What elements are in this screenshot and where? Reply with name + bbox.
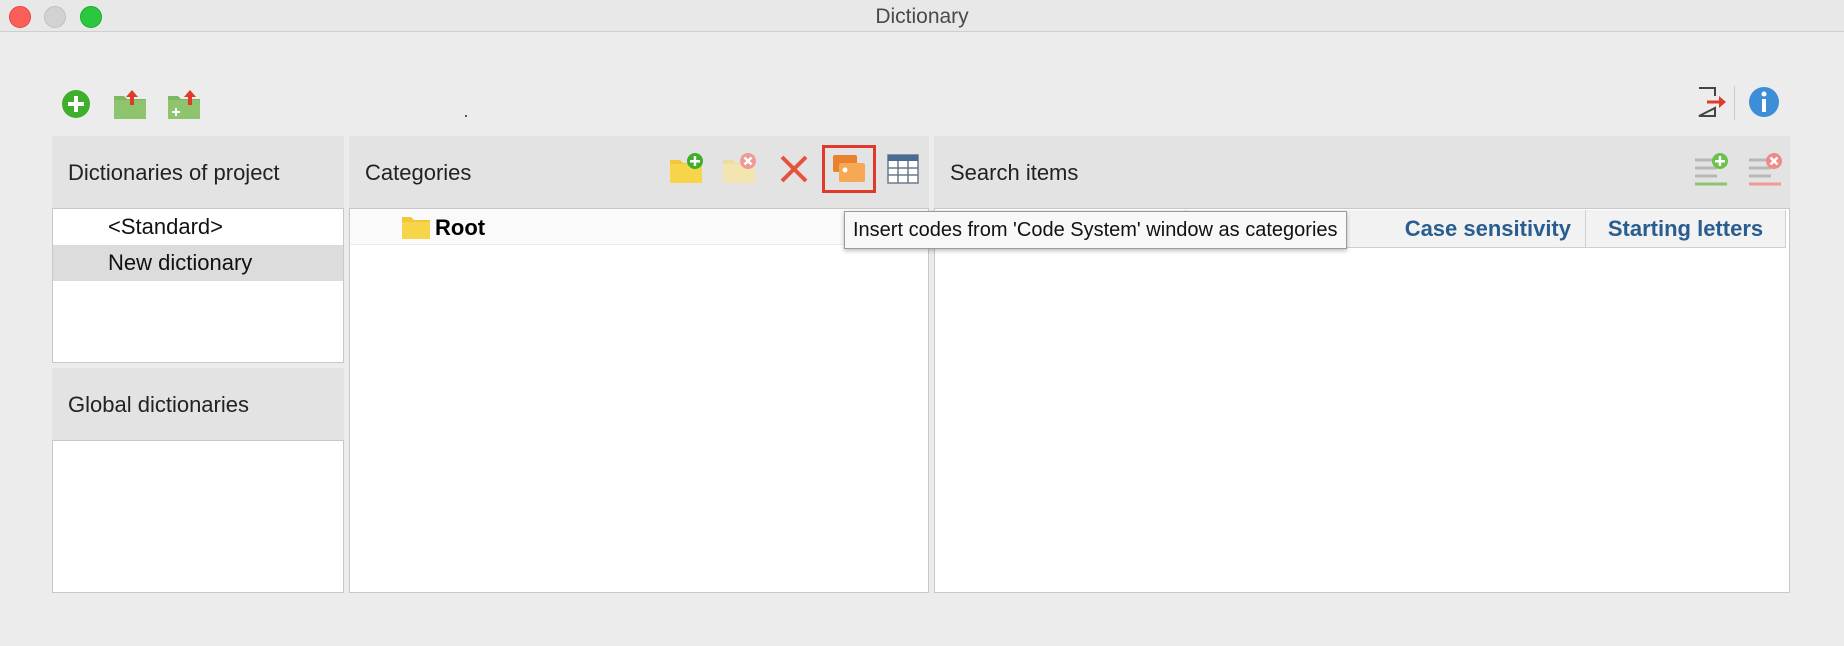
dictionaries-panel-title: Dictionaries of project xyxy=(68,160,280,185)
search-items-table[interactable] xyxy=(934,208,1790,593)
global-dictionaries-list[interactable] xyxy=(52,440,344,593)
window-title: Dictionary xyxy=(875,5,969,28)
list-item[interactable]: New dictionary xyxy=(53,245,343,281)
list-item[interactable]: <Standard> xyxy=(53,209,343,245)
info-icon[interactable] xyxy=(1746,84,1782,120)
dictionaries-list[interactable]: <Standard> New dictionary xyxy=(52,208,344,363)
import-folder-icon[interactable] xyxy=(112,86,148,122)
import-folder-add-icon[interactable] xyxy=(166,86,202,122)
global-panel-header: Global dictionaries xyxy=(52,368,344,440)
delete-icon[interactable] xyxy=(775,150,813,188)
exit-icon[interactable] xyxy=(1693,84,1729,120)
tree-item-label: Root xyxy=(435,215,486,240)
title-bar: Dictionary xyxy=(0,0,1844,32)
global-panel-title: Global dictionaries xyxy=(68,392,249,417)
toolbar-separator xyxy=(1734,86,1735,120)
search-panel-title: Search items xyxy=(950,160,1079,185)
categories-panel: Categories Root xyxy=(349,136,929,593)
list-item-label: New dictionary xyxy=(108,250,253,275)
add-circle-icon[interactable] xyxy=(58,86,94,122)
new-category-icon[interactable] xyxy=(668,150,706,188)
column-header-label: Starting letters xyxy=(1607,216,1764,241)
folder-icon xyxy=(402,217,430,239)
tree-row-root[interactable]: Root xyxy=(350,209,928,245)
remove-search-item-icon[interactable] xyxy=(1746,150,1784,188)
add-search-item-icon[interactable] xyxy=(1692,150,1730,188)
categories-panel-title: Categories xyxy=(365,160,472,185)
insert-codes-highlight xyxy=(822,145,876,193)
stray-dot xyxy=(465,115,467,117)
delete-category-icon[interactable] xyxy=(721,150,759,188)
column-header-label: Case sensitivity xyxy=(1404,216,1571,241)
categories-tree[interactable]: Root xyxy=(349,208,929,593)
search-panel-header: Search items xyxy=(934,136,1790,208)
global-dictionaries-panel: Global dictionaries xyxy=(52,368,344,593)
column-header-starting-letters[interactable]: Starting letters xyxy=(1586,210,1786,248)
table-icon[interactable] xyxy=(884,150,922,188)
dictionaries-panel: Dictionaries of project <Standard> New d… xyxy=(52,136,344,363)
search-items-panel: Search items xyxy=(934,136,1790,593)
list-item-label: <Standard> xyxy=(108,214,223,239)
dictionaries-panel-header: Dictionaries of project xyxy=(52,136,344,208)
tooltip: Insert codes from 'Code System' window a… xyxy=(844,211,1347,249)
